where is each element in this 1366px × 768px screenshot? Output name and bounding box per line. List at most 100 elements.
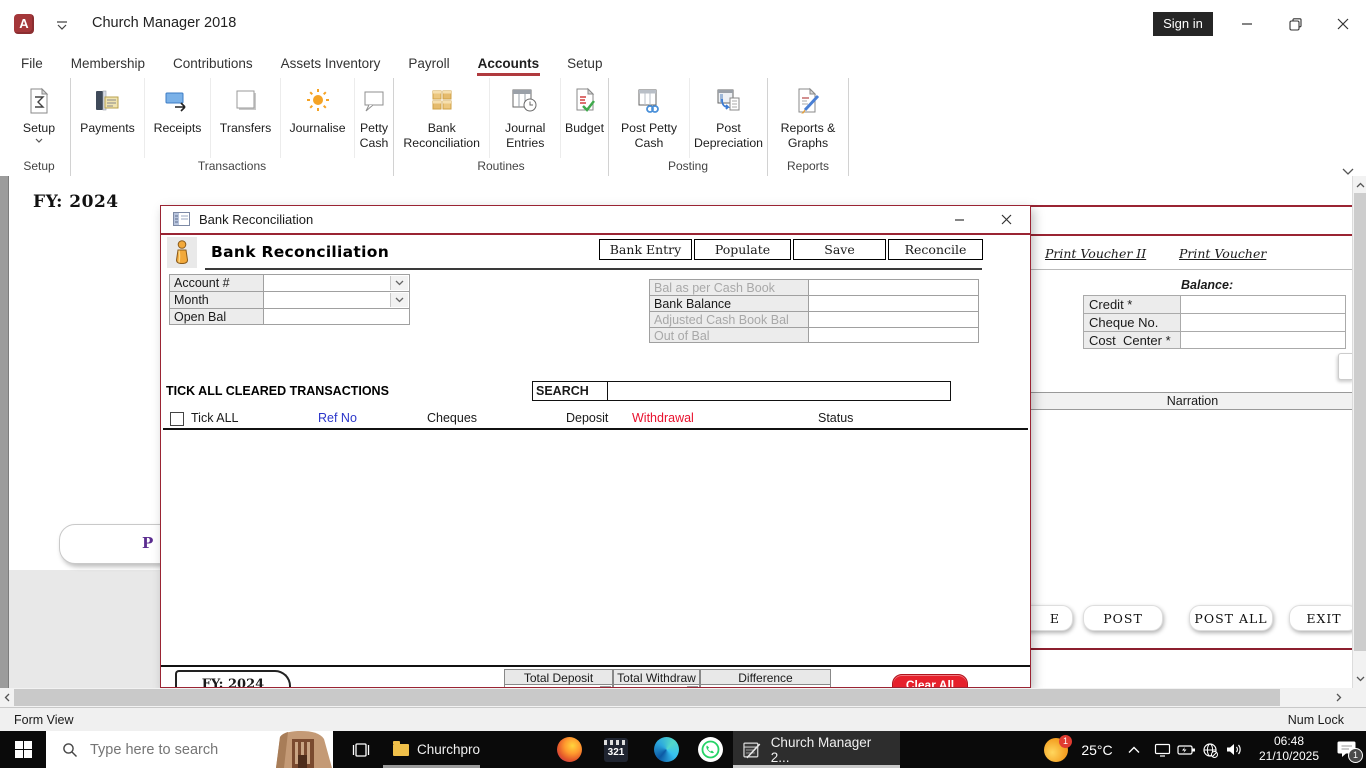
reconcile-button[interactable]: Reconcile [888,239,983,260]
form-icon [173,212,190,226]
restore-button[interactable] [1280,10,1310,38]
print-voucher-ii-link[interactable]: Print Voucher II [1045,246,1146,261]
info-icon [167,237,197,268]
dialog-close-button[interactable] [993,209,1019,229]
action-center-button[interactable]: 1 [1330,731,1366,768]
post-depreciation-icon [713,83,743,119]
save-button[interactable]: Save [793,239,886,260]
total-deposit-header: Total Deposit [504,669,613,685]
chevron-up-icon [1356,182,1364,187]
scroll-down-button[interactable] [1354,672,1366,685]
horizontal-scrollbar[interactable] [0,688,1352,707]
column-ref-no[interactable]: Ref No [318,411,357,425]
dropdown-button[interactable] [390,293,408,307]
start-button[interactable] [0,731,46,768]
quick-access-chevron-icon[interactable] [56,18,68,36]
tab-contributions[interactable]: Contributions [172,53,254,74]
ribbon-button-petty-cash[interactable]: Petty Cash [355,78,393,158]
print-voucher-link[interactable]: Print Voucher [1179,246,1266,261]
dropdown-button[interactable] [390,276,408,290]
voucher-window: Print Voucher II Print Voucher Balance: … [1030,205,1354,688]
view-mode-label: Form View [14,713,74,727]
ribbon-button-budget[interactable]: Budget [561,78,608,158]
tab-assets-inventory[interactable]: Assets Inventory [280,53,382,74]
scrollbar-thumb[interactable] [1354,193,1366,651]
tab-setup[interactable]: Setup [566,53,603,74]
ribbon-group-reports: Reports & Graphs Reports [768,78,849,176]
taskbar-clock[interactable]: 06:48 21/10/2025 [1248,734,1330,764]
tab-accounts[interactable]: Accounts [476,53,541,76]
search-input[interactable] [88,740,262,759]
battery-tray-icon[interactable] [1174,731,1198,768]
taskbar-app-label: Churchpro [417,742,481,757]
scrollbar-thumb[interactable] [14,689,1280,706]
network-globe-tray-icon[interactable] [1198,731,1222,768]
taskbar-edge-button[interactable] [648,731,684,768]
firefox-icon [556,737,582,762]
tab-payroll[interactable]: Payroll [407,53,450,74]
divider [161,665,1030,667]
open-bal-input[interactable] [264,308,410,325]
ribbon-button-payments[interactable]: Payments [71,78,145,158]
scroll-left-button[interactable] [1,691,13,704]
tray-overflow-button[interactable] [1122,731,1146,768]
search-input[interactable] [607,381,951,401]
search-highlight-image [276,731,332,768]
chevron-down-icon [395,297,404,303]
post-all-button[interactable]: POST ALL [1189,605,1273,631]
access-icon-letter: A [19,16,29,31]
weather-tray-button[interactable]: 1 [1040,731,1074,768]
taskbar-app-churchpro[interactable]: Churchpro [383,731,490,768]
credit-input[interactable] [1181,295,1346,313]
temperature-label[interactable]: 25°C [1076,731,1118,768]
close-button[interactable] [1328,10,1358,38]
vertical-scrollbar[interactable] [1352,176,1366,688]
ribbon-button-post-petty-cash[interactable]: Post Petty Cash [609,78,690,158]
bank-entry-button[interactable]: Bank Entry [599,239,692,260]
post-button[interactable]: POST [1083,605,1163,631]
cost-center-input[interactable] [1181,331,1346,349]
populate-button[interactable]: Populate [694,239,791,260]
taskbar-whatsapp-button[interactable] [692,731,728,768]
task-view-button[interactable] [343,731,379,768]
ribbon-button-setup[interactable]: Setup [8,78,70,158]
ribbon-button-journalise[interactable]: Journalise [281,78,355,158]
taskbar: Churchpro 321 Church Manager 2... [0,731,1366,768]
dialog-title-bar[interactable]: Bank Reconciliation [161,206,1030,235]
heading-underline [205,268,982,270]
tick-all-checkbox[interactable] [170,412,184,426]
sign-in-button[interactable]: Sign in [1153,12,1213,36]
taskbar-media-player-button[interactable]: 321 [598,731,634,768]
ribbon-group-setup: Setup Setup [8,78,71,176]
volume-tray-icon[interactable] [1221,731,1247,768]
taskbar-firefox-button[interactable] [551,731,587,768]
minimize-button[interactable] [1232,10,1262,38]
scroll-up-button[interactable] [1354,178,1366,191]
bank-balance-label: Bank Balance [649,295,809,311]
taskbar-app-church-manager[interactable]: Church Manager 2... [733,731,900,768]
tab-membership[interactable]: Membership [70,53,146,74]
display-tray-icon[interactable] [1150,731,1174,768]
ribbon-button-transfers[interactable]: Transfers [211,78,282,158]
close-icon [1001,214,1011,224]
clear-all-button[interactable]: Clear All [892,674,968,687]
ribbon-button-receipts[interactable]: Receipts [145,78,212,158]
ribbon-button-reports-graphs[interactable]: Reports & Graphs [768,78,848,158]
account-combobox[interactable] [264,274,410,291]
close-icon [1337,18,1349,30]
cheque-no-input[interactable] [1181,313,1346,331]
bank-balance-input[interactable] [809,295,979,311]
exit-button[interactable]: EXIT [1289,605,1354,631]
out-of-bal-label: Out of Bal [649,327,809,343]
scroll-right-button[interactable] [1332,691,1346,704]
taskbar-search-box[interactable] [46,731,333,768]
month-combobox[interactable] [264,291,410,308]
ribbon-group-routines: Bank Reconciliation Journal Entries Budg… [394,78,609,176]
ribbon-button-bank-reconciliation[interactable]: Bank Reconciliation [394,78,491,158]
dialog-heading: Bank Reconciliation [211,243,390,261]
ribbon-button-post-depreciation[interactable]: Post Depreciation [690,78,767,158]
tab-file[interactable]: File [20,53,44,74]
dialog-minimize-button[interactable] [946,209,972,229]
partial-post-button[interactable]: E [1031,605,1073,631]
ribbon-button-journal-entries[interactable]: Journal Entries [490,78,562,158]
